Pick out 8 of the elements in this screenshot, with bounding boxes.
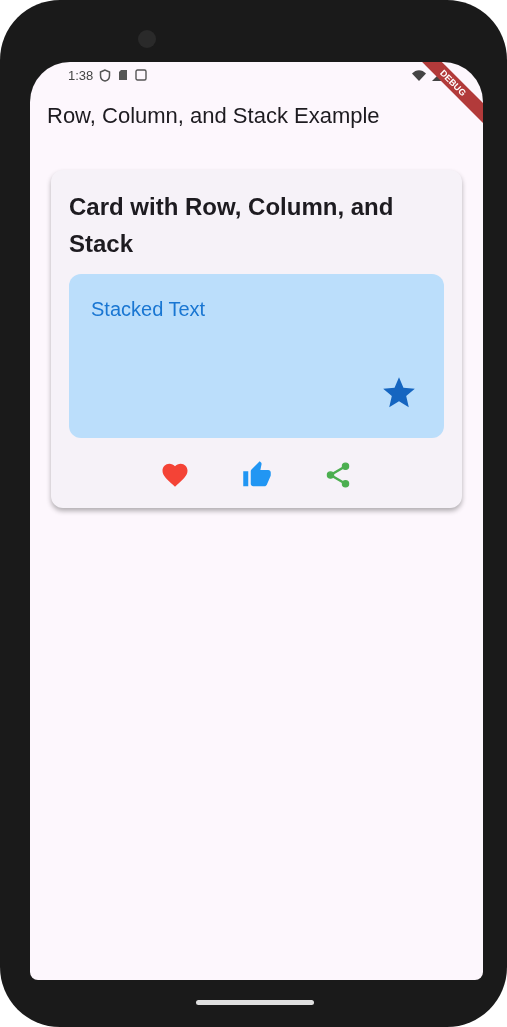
stacked-text: Stacked Text xyxy=(91,298,206,321)
card-title: Card with Row, Column, and Stack xyxy=(69,192,395,259)
square-icon xyxy=(135,69,148,81)
app-bar-title: Row, Column, and Stack Example xyxy=(47,103,380,129)
shield-icon xyxy=(99,68,112,82)
wifi-icon xyxy=(412,69,426,81)
sd-card-icon xyxy=(117,69,130,81)
status-time: 1:38 xyxy=(68,67,94,83)
